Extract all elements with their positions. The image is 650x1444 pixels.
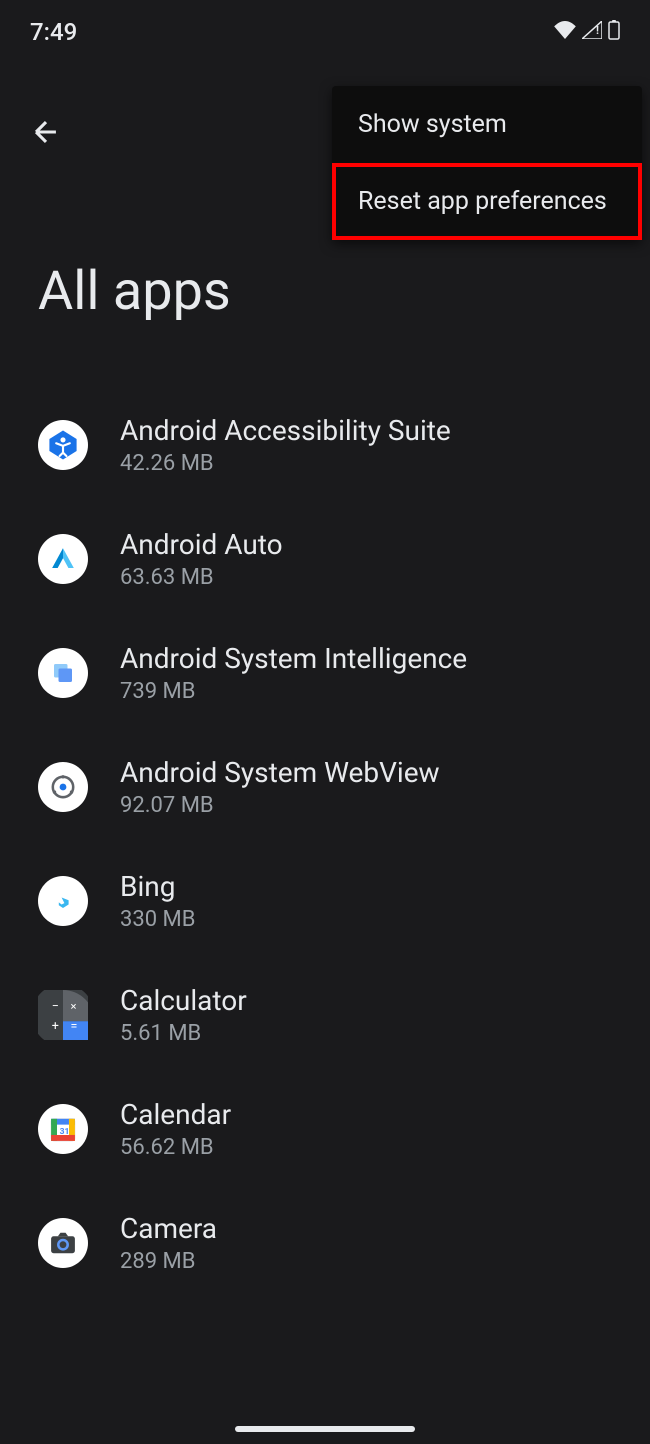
svg-text:−: − [52, 999, 59, 1014]
accessibility-icon [38, 420, 88, 470]
svg-text:=: = [71, 1019, 78, 1034]
webview-icon [38, 762, 88, 812]
app-item[interactable]: Android Auto 63.63 MB [38, 502, 612, 616]
svg-text:×: × [71, 1000, 77, 1013]
app-info: Calculator 5.61 MB [120, 984, 247, 1046]
navigation-handle[interactable] [235, 1426, 415, 1432]
battery-icon [608, 20, 620, 44]
android-auto-icon [38, 534, 88, 584]
app-name: Android System WebView [120, 756, 440, 789]
app-info: Android Auto 63.63 MB [120, 528, 283, 590]
asi-icon [38, 648, 88, 698]
app-name: Camera [120, 1212, 217, 1245]
camera-icon [38, 1218, 88, 1268]
app-size: 739 MB [120, 679, 467, 704]
svg-text:+: + [52, 1019, 59, 1034]
signal-icon: ! [582, 21, 602, 43]
calculator-icon: −× + = [38, 990, 88, 1040]
app-name: Android Accessibility Suite [120, 414, 451, 447]
app-size: 330 MB [120, 907, 195, 932]
wifi-icon [554, 21, 576, 43]
app-item[interactable]: Android Accessibility Suite 42.26 MB [38, 388, 612, 502]
app-size: 56.62 MB [120, 1135, 231, 1160]
app-item[interactable]: 31 Calendar 56.62 MB [38, 1072, 612, 1186]
app-size: 289 MB [120, 1249, 217, 1274]
calendar-icon: 31 [38, 1104, 88, 1154]
app-size: 92.07 MB [120, 793, 440, 818]
app-item[interactable]: Android System Intelligence 739 MB [38, 616, 612, 730]
back-button[interactable] [22, 108, 70, 156]
app-size: 63.63 MB [120, 565, 283, 590]
overflow-menu: Show system Reset app preferences [332, 86, 642, 240]
bing-icon [38, 876, 88, 926]
svg-text:!: ! [596, 24, 599, 37]
app-size: 42.26 MB [120, 451, 451, 476]
app-item[interactable]: Bing 330 MB [38, 844, 612, 958]
app-name: Calendar [120, 1098, 231, 1131]
app-info: Android System WebView 92.07 MB [120, 756, 440, 818]
menu-item-reset-app-preferences[interactable]: Reset app preferences [332, 163, 642, 240]
page-title: All apps [38, 260, 231, 323]
svg-text:31: 31 [60, 1127, 70, 1137]
app-name: Bing [120, 870, 195, 903]
status-icons: ! [554, 20, 620, 44]
app-info: Camera 289 MB [120, 1212, 217, 1274]
status-bar: 7:49 ! [0, 0, 650, 60]
app-info: Bing 330 MB [120, 870, 195, 932]
status-time: 7:49 [30, 18, 77, 46]
app-info: Calendar 56.62 MB [120, 1098, 231, 1160]
app-name: Android System Intelligence [120, 642, 467, 675]
app-name: Android Auto [120, 528, 283, 561]
app-list: Android Accessibility Suite 42.26 MB And… [0, 388, 650, 1300]
app-item[interactable]: Camera 289 MB [38, 1186, 612, 1300]
app-item[interactable]: −× + = Calculator 5.61 MB [38, 958, 612, 1072]
app-name: Calculator [120, 984, 247, 1017]
app-info: Android System Intelligence 739 MB [120, 642, 467, 704]
menu-item-show-system[interactable]: Show system [332, 86, 642, 163]
app-info: Android Accessibility Suite 42.26 MB [120, 414, 451, 476]
app-size: 5.61 MB [120, 1021, 247, 1046]
app-item[interactable]: Android System WebView 92.07 MB [38, 730, 612, 844]
